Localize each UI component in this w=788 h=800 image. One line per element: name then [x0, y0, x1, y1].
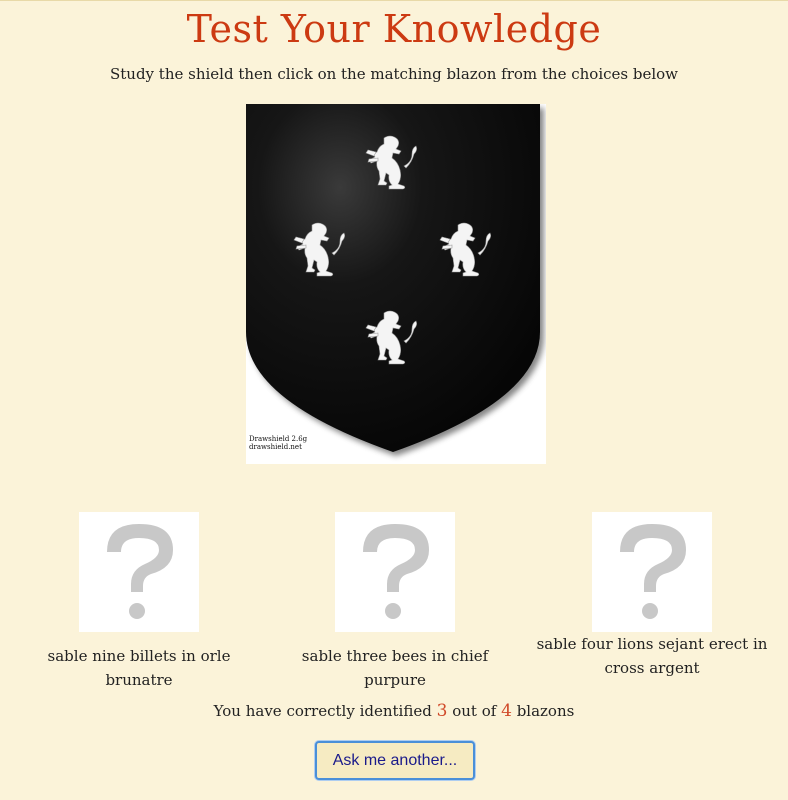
question-mark-icon[interactable] — [592, 512, 712, 632]
score-suffix: blazons — [516, 702, 575, 720]
question-mark-icon[interactable] — [335, 512, 455, 632]
choice-3[interactable]: sable four lions sejant erect in cross a… — [532, 512, 772, 680]
question-mark-icon[interactable] — [79, 512, 199, 632]
shield-image: Drawshield 2.6g drawshield.net — [246, 104, 546, 464]
score-text: You have correctly identified 3 out of 4… — [0, 701, 788, 721]
shield-svg — [246, 104, 544, 456]
score-middle: out of — [452, 702, 497, 720]
score-prefix: You have correctly identified — [213, 702, 432, 720]
score-correct: 3 — [436, 701, 448, 721]
score-total: 4 — [501, 701, 512, 721]
watermark-line-2: drawshield.net — [249, 443, 302, 451]
choice-label[interactable]: sable nine billets in orle brunatre — [19, 644, 259, 692]
ask-another-button[interactable]: Ask me another... — [315, 741, 475, 780]
choice-2[interactable]: sable three bees in chief purpure — [275, 512, 515, 692]
instructions-text: Study the shield then click on the match… — [109, 65, 679, 83]
choice-label[interactable]: sable four lions sejant erect in cross a… — [532, 632, 772, 680]
page-title: Test Your Knowledge — [186, 7, 602, 51]
watermark-line-1: Drawshield 2.6g — [249, 435, 308, 443]
shield-watermark: Drawshield 2.6g drawshield.net — [249, 435, 307, 451]
choice-1[interactable]: sable nine billets in orle brunatre — [19, 512, 259, 692]
choice-label[interactable]: sable three bees in chief purpure — [275, 644, 515, 692]
